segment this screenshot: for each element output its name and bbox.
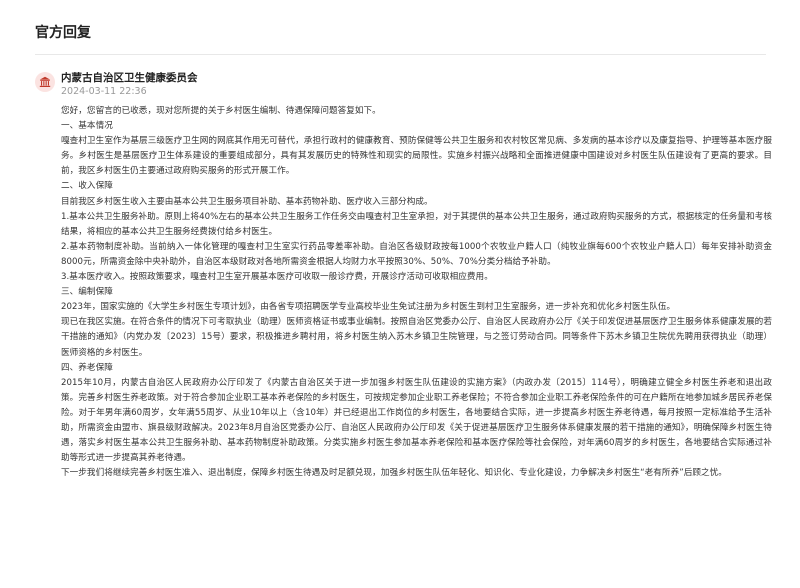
reply-content: 您好，您留言的已收悉，现对您所提的关于乡村医生编制、待遇保障问题答复如下。 一、…: [61, 104, 772, 481]
reply-paragraph: 您好，您留言的已收悉，现对您所提的关于乡村医生编制、待遇保障问题答复如下。: [61, 106, 381, 116]
government-building-icon: [39, 76, 51, 87]
reply-paragraph: 2023年，国家实施的《大学生乡村医生专项计划》，由各省专项招聘医学专业高校毕业…: [61, 302, 676, 313]
post-time: 2024-03-11 22:36: [61, 86, 147, 97]
reply-paragraph: 2015年10月，内蒙古自治区人民政府办公厅印发了《内蒙古自治区关于进一步加强乡…: [61, 377, 772, 464]
section-heading: 一、基本情况: [61, 121, 113, 132]
reply-paragraph: 1.基本公共卫生服务补助。原则上将40%左右的基本公共卫生服务工作任务交由嘎查村…: [61, 211, 772, 237]
org-name: 内蒙古自治区卫生健康委员会: [61, 72, 198, 84]
reply-paragraph: 3.基本医疗收入。按照政策要求，嘎查村卫生室开展基本医疗可收取一般诊疗费，开展诊…: [61, 272, 493, 283]
reply-paragraph: 下一步我们将继续完善乡村医生准入、退出制度，保障乡村医生待遇及时足额兑现，加强乡…: [61, 468, 727, 479]
section-title: 官方回复: [35, 25, 91, 41]
reply-paragraph: 现已在我区实施。在符合条件的情况下可考取执业（助理）医师资格证书或事业编制。按照…: [61, 317, 772, 358]
avatar: [35, 72, 55, 92]
section-heading: 四、养老保障: [61, 362, 113, 373]
section-heading: 三、编制保障: [61, 287, 113, 298]
section-heading: 二、收入保障: [61, 181, 113, 192]
divider: [35, 54, 766, 55]
reply-paragraph: 嘎查村卫生室作为基层三级医疗卫生网的网底其作用无可替代，承担行政村的健康教育、预…: [61, 136, 772, 177]
reply-paragraph: 目前我区乡村医生收入主要由基本公共卫生服务项目补助、基本药物补助、医疗收入三部分…: [61, 196, 433, 207]
official-reply-page: 官方回复 内蒙古自治区卫生健康委员会 2024-03-11 22:36 您好，您…: [0, 0, 800, 588]
reply-paragraph: 2.基本药物制度补助。当前纳入一体化管理的嘎查村卫生室实行药品零差率补助。自治区…: [61, 241, 772, 267]
